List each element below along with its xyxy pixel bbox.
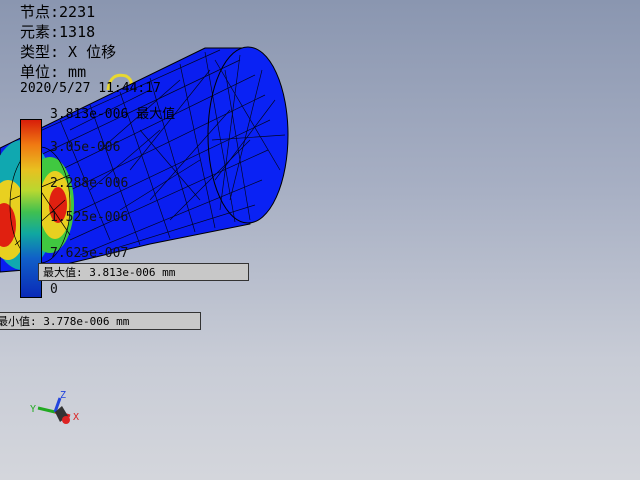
- axis-x-label: X: [73, 412, 79, 423]
- legend-tick: 1.525e-006: [50, 210, 129, 225]
- legend-max-header: 3.813e-006 最大值: [50, 107, 176, 122]
- node-count: 节点:2231: [20, 3, 96, 21]
- axis-z-label: Z: [60, 390, 66, 401]
- axis-triad[interactable]: X Y Z: [30, 390, 79, 424]
- fea-viewport[interactable]: X Y Z: [0, 0, 640, 480]
- max-value-callout[interactable]: 最大值: 3.813e-006 mm: [38, 263, 249, 281]
- legend-tick: 3.05e-006: [50, 140, 121, 155]
- timestamp: 2020/5/27 11:44:17: [20, 81, 161, 96]
- axis-y-label: Y: [30, 404, 36, 415]
- legend-tick: 2.288e-006: [50, 176, 129, 191]
- legend-tick: 7.625e-007: [50, 246, 129, 261]
- min-value-callout[interactable]: 最小值: 3.778e-006 mm: [0, 312, 201, 330]
- result-type: 类型: X 位移: [20, 43, 117, 61]
- element-count: 元素:1318: [20, 23, 96, 41]
- result-unit: 单位: mm: [20, 63, 87, 81]
- legend-tick-zero: 0: [50, 282, 58, 297]
